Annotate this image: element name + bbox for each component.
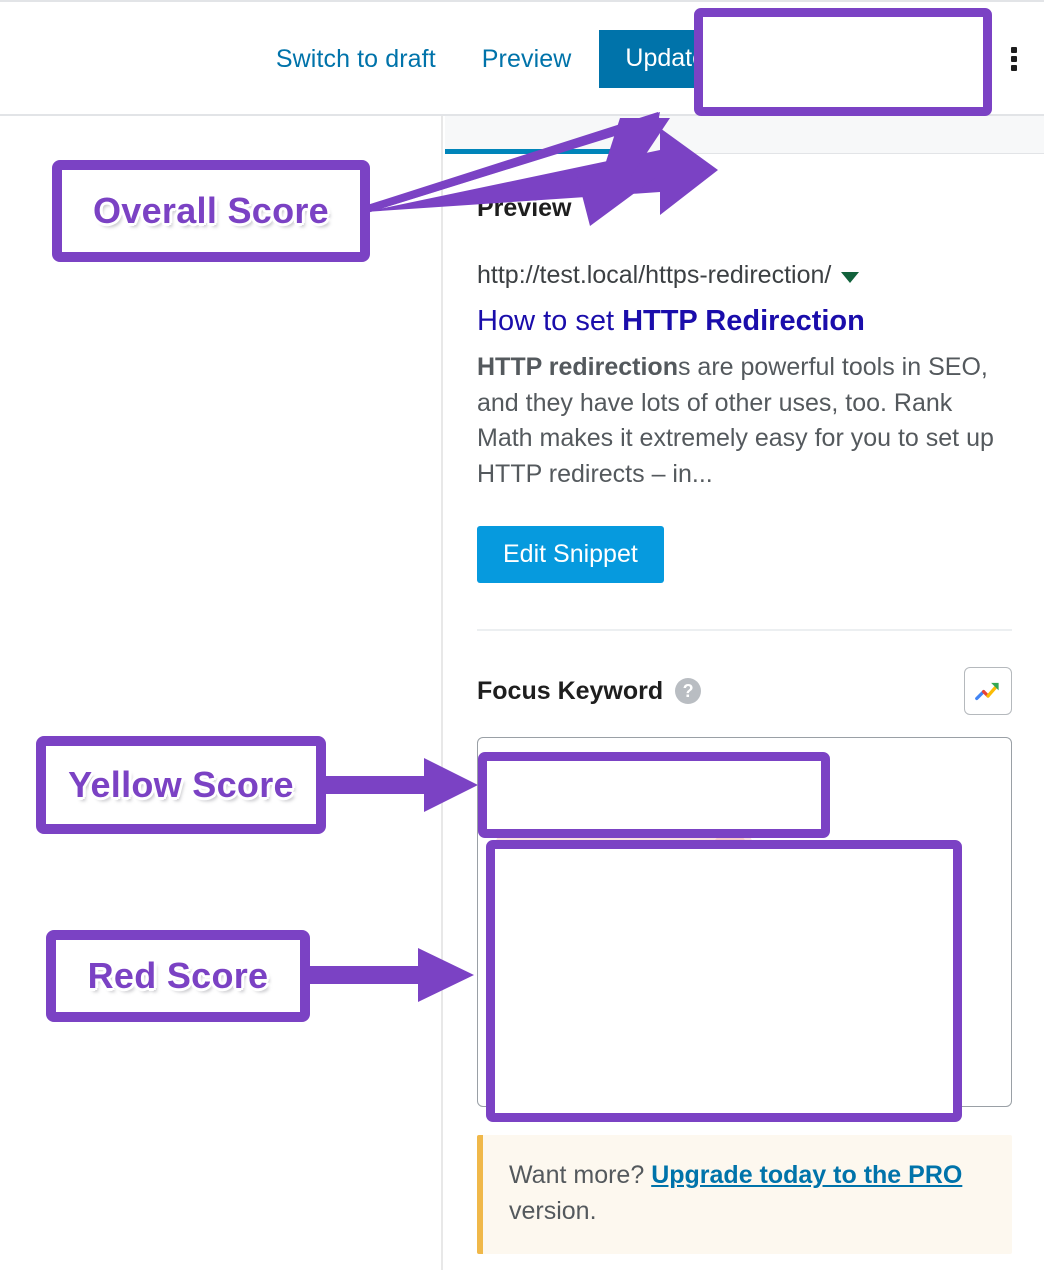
snippet-title-keyword: HTTP Redirection <box>622 305 865 337</box>
upgrade-pro-link[interactable]: Upgrade today to the PRO <box>651 1161 962 1189</box>
annotation-box-primary-keyword <box>478 752 830 838</box>
switch-to-draft-link[interactable]: Switch to draft <box>276 45 436 74</box>
serp-preview: http://test.local/https-redirection/ How… <box>477 261 1012 584</box>
snippet-description: HTTP redirections are powerful tools in … <box>477 350 1012 492</box>
annotation-label-yellow-score: Yellow Score <box>36 736 326 834</box>
more-options-button[interactable] <box>984 44 1044 74</box>
kebab-menu-icon <box>1011 44 1017 74</box>
help-icon[interactable]: ? <box>675 678 702 705</box>
preview-link[interactable]: Preview <box>482 45 572 74</box>
annotation-label-overall-score: Overall Score <box>52 160 370 262</box>
edit-snippet-button[interactable]: Edit Snippet <box>477 526 664 584</box>
annotation-box-secondary-keywords <box>486 840 962 1122</box>
upgrade-suffix: version. <box>509 1197 597 1226</box>
section-divider <box>477 629 1012 632</box>
snippet-title-plain: How to set <box>477 305 623 337</box>
annotation-box-score-badge <box>694 8 992 116</box>
editor-canvas-area <box>0 116 443 1270</box>
google-trends-button[interactable] <box>964 667 1012 716</box>
active-tab-indicator <box>445 149 622 154</box>
snippet-desc-keyword: HTTP redirection <box>477 353 678 382</box>
upgrade-prefix: Want more? <box>509 1161 652 1190</box>
sidebar-tabstrip[interactable] <box>445 116 1044 154</box>
focus-keyword-heading: Focus Keyword <box>477 676 664 705</box>
google-trends-icon <box>975 683 999 701</box>
snippet-url-row: http://test.local/https-redirection/ <box>477 261 1012 290</box>
snippet-title[interactable]: How to set HTTP Redirection <box>477 304 1012 338</box>
upgrade-notice: Want more? Upgrade today to the PRO vers… <box>477 1135 1012 1254</box>
focus-keyword-header: Focus Keyword ? <box>477 667 1012 716</box>
snippet-url-text: http://test.local/https-redirection/ <box>477 261 832 289</box>
caret-down-icon[interactable] <box>841 272 860 283</box>
preview-section-heading: Preview <box>477 194 572 222</box>
annotation-label-red-score: Red Score <box>46 930 310 1022</box>
